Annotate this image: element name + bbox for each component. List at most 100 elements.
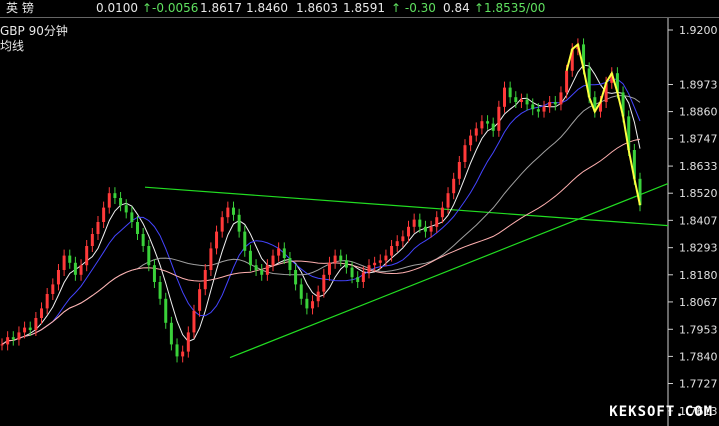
price-bar-body — [457, 162, 461, 179]
price-bar-body — [480, 121, 484, 129]
price-bar-body — [288, 258, 292, 270]
price-bar-body — [62, 255, 66, 270]
price-bar-body — [469, 135, 473, 146]
price-bar-body — [536, 109, 540, 112]
price-bar-body — [192, 310, 196, 333]
price-bar-body — [107, 193, 111, 208]
price-bar-body — [519, 99, 523, 102]
price-bar-body — [152, 265, 156, 282]
price-bar-body — [311, 301, 315, 309]
price-bar-body — [147, 246, 151, 266]
price-bar-body — [96, 222, 100, 234]
price-bar-body — [322, 274, 326, 292]
price-bar-body — [282, 248, 286, 258]
indicator-label: 均线 — [0, 39, 25, 53]
watermark: KEKSOFT.COM — [609, 404, 713, 420]
price-bar-body — [209, 248, 213, 270]
price-bar-body — [40, 308, 44, 318]
y-tick-label: 1.7953 — [679, 323, 718, 336]
price-bar-body — [384, 255, 388, 261]
price-bar-body — [553, 102, 557, 105]
price-chart: 1.9200 1.8973 1.8860 1.8747 1.8633 1.8520 1.84… — [0, 18, 718, 426]
price-bar-body — [203, 270, 207, 290]
price-bar-body — [305, 298, 309, 309]
price-bar-body — [130, 212, 134, 222]
price-bar-body — [565, 70, 569, 93]
price-bar-body — [373, 262, 377, 266]
price-bar-body — [158, 282, 162, 299]
price-bar-body — [294, 270, 298, 285]
price-bar-body — [45, 294, 49, 309]
price-bar-body — [401, 236, 405, 242]
price-bar-body — [344, 260, 348, 268]
price-bar-body — [56, 270, 60, 285]
price-bar-body — [136, 222, 140, 234]
price-bar-body — [418, 219, 422, 227]
price-bar-body — [327, 262, 331, 275]
price-bar-body — [85, 246, 89, 266]
price-bar-body — [559, 92, 563, 105]
price-bar-body — [378, 260, 382, 263]
price-bar-body — [231, 207, 235, 215]
price-bar-body — [395, 241, 399, 246]
price-bar-body — [440, 207, 444, 218]
y-tick-label: 1.8633 — [679, 160, 718, 173]
price-bar-body — [333, 255, 337, 263]
price-bar-body — [164, 298, 168, 323]
price-bar-body — [11, 337, 15, 340]
y-tick-label: 1.8520 — [679, 187, 718, 200]
y-tick-label: 1.7727 — [679, 378, 718, 391]
price-bar-body — [79, 265, 83, 275]
price-bar-body — [23, 327, 27, 333]
price-bar-body — [243, 231, 247, 251]
price-bar-body — [169, 322, 173, 345]
price-bar-body — [412, 219, 416, 227]
price-bar-body — [6, 337, 10, 345]
y-tick-label: 1.8860 — [679, 106, 718, 119]
price-bar-body — [367, 265, 371, 273]
price-bar-body — [102, 207, 106, 222]
y-tick-label: 1.8180 — [679, 269, 718, 282]
price-bar-body — [508, 87, 512, 98]
price-bar-body — [226, 207, 230, 218]
price-bar-body — [316, 291, 320, 302]
price-bar-body — [141, 234, 145, 246]
chart-window: 英 镑 0.0100 ↑-0.0056 1.8617 1.8460 1.8603… — [0, 0, 719, 426]
price-bar-body — [198, 289, 202, 311]
y-tick-label: 1.8747 — [679, 133, 718, 146]
price-bar-body — [254, 265, 258, 270]
price-bar-body — [531, 104, 535, 110]
price-bar-body — [175, 344, 179, 357]
price-bar-body — [215, 231, 219, 249]
y-tick-label: 1.7840 — [679, 350, 718, 363]
price-bar-body — [542, 106, 546, 112]
price-bar-body — [548, 102, 552, 107]
price-bar-body — [514, 97, 518, 102]
ma-45-line — [1, 138, 641, 345]
price-bar-body — [28, 327, 32, 330]
y-tick-label: 1.8973 — [679, 78, 718, 91]
price-bar-body — [0, 344, 4, 346]
price-bar-body — [491, 123, 495, 131]
price-bar-body — [446, 193, 450, 208]
y-tick-label: 1.8407 — [679, 214, 718, 227]
price-bar-body — [265, 265, 269, 275]
price-bar-body — [390, 246, 394, 256]
price-bar-body — [73, 262, 77, 275]
price-bar-body — [356, 277, 360, 282]
price-bar-body — [463, 145, 467, 162]
price-bar-body — [113, 193, 117, 198]
price-bar-body — [429, 226, 433, 232]
price-bar-body — [124, 205, 128, 213]
price-bar-body — [17, 332, 21, 340]
price-bar-body — [407, 226, 411, 237]
price-bar-body — [435, 217, 439, 227]
price-bar-body — [68, 255, 72, 263]
price-bar-body — [497, 106, 501, 131]
y-tick-label: 1.9200 — [679, 24, 718, 37]
y-tick-label: 1.8293 — [679, 242, 718, 255]
price-bar-body — [119, 198, 123, 206]
price-bar-body — [51, 284, 55, 294]
price-bar-body — [525, 99, 529, 105]
price-bar-body — [248, 250, 252, 266]
